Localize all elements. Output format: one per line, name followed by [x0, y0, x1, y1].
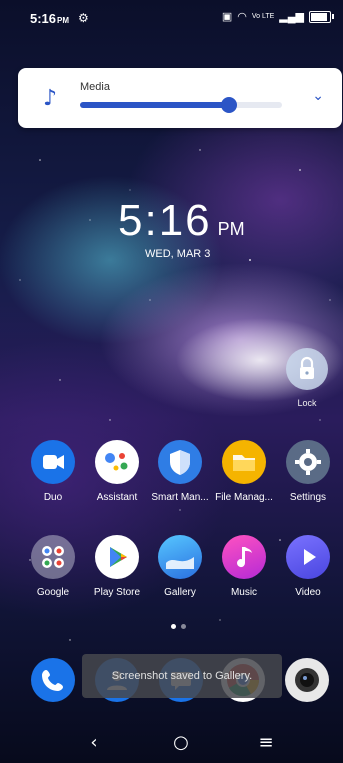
music-note-icon: ♪: [43, 86, 58, 111]
clock-date: WED, MAR 3: [145, 248, 211, 260]
app-duo[interactable]: Duo: [22, 440, 84, 503]
app-label: File Manag...: [215, 492, 273, 503]
lock-label: Lock: [297, 398, 317, 408]
app-label: Video: [295, 587, 321, 598]
status-bar: 5:16PM ⚙ ▣ ◠ Vo LTE ▂▄▆: [0, 0, 343, 36]
nfc-icon: ▣: [221, 11, 233, 23]
app-label: Google: [36, 587, 70, 598]
phone-icon[interactable]: [31, 658, 75, 702]
lock-shortcut[interactable]: Lock: [284, 348, 330, 408]
volume-slider-thumb[interactable]: [221, 97, 238, 113]
page-dot-active: [171, 624, 176, 629]
app-label: Smart Man...: [151, 492, 209, 503]
play-store-icon[interactable]: [95, 535, 139, 579]
page-indicator: [171, 624, 186, 629]
battery-icon: [309, 10, 334, 23]
home-button[interactable]: ○: [169, 732, 193, 753]
clock-ampm: PM: [217, 219, 245, 239]
toast-message: Screenshot saved to Gallery.: [82, 654, 282, 698]
assistant-icon[interactable]: [95, 440, 139, 484]
volume-slider[interactable]: [80, 97, 282, 113]
folder-icon[interactable]: [222, 440, 266, 484]
back-button[interactable]: ‹: [82, 732, 106, 753]
app-assistant[interactable]: Assistant: [86, 440, 148, 503]
clock-time: 5:16: [118, 196, 212, 245]
app-video[interactable]: Video: [277, 535, 339, 598]
clock-widget[interactable]: 5:16 PM WED, MAR 3: [118, 196, 245, 260]
video-icon[interactable]: [286, 535, 330, 579]
volume-slider-fill: [80, 102, 230, 108]
gallery-icon[interactable]: [158, 535, 202, 579]
settings-status-icon: ⚙: [78, 11, 89, 25]
app-label: Duo: [43, 492, 63, 503]
app-music[interactable]: Music: [213, 535, 275, 598]
app-file-manager[interactable]: File Manag...: [213, 440, 275, 503]
app-gallery[interactable]: Gallery: [149, 535, 211, 598]
volume-label: Media: [80, 81, 110, 93]
lock-icon[interactable]: [286, 348, 328, 390]
home-screen: 5:16PM ⚙ ▣ ◠ Vo LTE ▂▄▆ ♪ Media ⌄ 5:16 PM…: [0, 0, 343, 763]
app-play-store[interactable]: Play Store: [86, 535, 148, 598]
app-label: Settings: [289, 492, 327, 503]
app-smart-manager[interactable]: Smart Man...: [149, 440, 211, 503]
music-icon[interactable]: [222, 535, 266, 579]
network-label: Vo LTE: [251, 13, 275, 20]
app-settings[interactable]: Settings: [277, 440, 339, 503]
signal-icon: ▂▄▆: [279, 11, 304, 23]
page-dot: [181, 624, 186, 629]
volume-panel: ♪ Media ⌄: [18, 68, 342, 128]
app-label: Assistant: [96, 492, 138, 503]
recents-button[interactable]: ≡: [254, 732, 278, 753]
app-label: Play Store: [93, 587, 141, 598]
chevron-down-icon[interactable]: ⌄: [312, 88, 324, 104]
app-label: Music: [230, 587, 258, 598]
shield-icon[interactable]: [158, 440, 202, 484]
camera-icon[interactable]: [285, 658, 329, 702]
app-google-folder[interactable]: Google: [22, 535, 84, 598]
wifi-icon: ◠: [237, 11, 247, 23]
google-folder-icon[interactable]: [31, 535, 75, 579]
navigation-bar: ‹ ○ ≡: [0, 722, 343, 763]
app-label: Gallery: [164, 587, 196, 598]
gear-icon[interactable]: [286, 440, 330, 484]
duo-icon[interactable]: [31, 440, 75, 484]
status-time: 5:16PM: [30, 11, 70, 26]
